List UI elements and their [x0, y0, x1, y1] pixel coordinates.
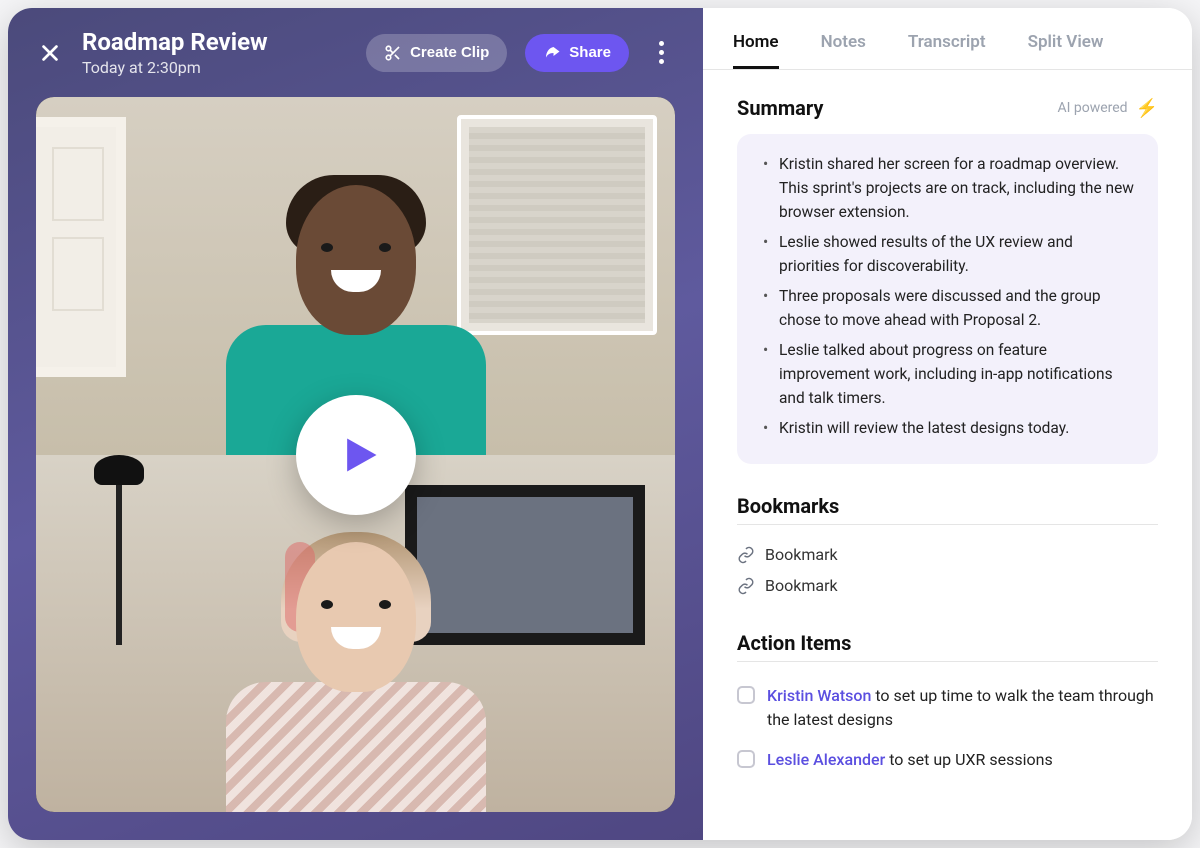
video-grid	[36, 97, 675, 812]
bolt-icon: ⚡	[1136, 98, 1158, 119]
summary-title: Summary	[737, 96, 823, 120]
bookmark-item[interactable]: Bookmark	[737, 570, 1158, 601]
meeting-header: Roadmap Review Today at 2:30pm Create Cl…	[36, 28, 675, 77]
summary-item: Kristin will review the latest designs t…	[763, 416, 1136, 440]
summary-box: Kristin shared her screen for a roadmap …	[737, 134, 1158, 464]
summary-item: Leslie showed results of the UX review a…	[763, 230, 1136, 278]
meeting-time: Today at 2:30pm	[82, 58, 268, 77]
tab-transcript[interactable]: Transcript	[908, 32, 986, 69]
create-clip-label: Create Clip	[410, 44, 489, 61]
action-item: Kristin Watson to set up time to walk th…	[737, 676, 1158, 740]
person-link[interactable]: Leslie Alexander	[767, 750, 885, 769]
scissors-icon	[384, 44, 402, 62]
share-button[interactable]: Share	[525, 34, 629, 72]
action-text: Kristin Watson to set up time to walk th…	[767, 684, 1158, 732]
action-item: Leslie Alexander to set up UXR sessions	[737, 740, 1158, 780]
close-icon[interactable]	[36, 39, 64, 67]
tab-bar: Home Notes Transcript Split View	[703, 8, 1192, 70]
link-icon	[737, 577, 755, 595]
create-clip-button[interactable]: Create Clip	[366, 34, 507, 72]
play-icon	[338, 433, 382, 477]
summary-item: Three proposals were discussed and the g…	[763, 284, 1136, 332]
person-link[interactable]: Kristin Watson	[767, 686, 871, 705]
video-pane: Roadmap Review Today at 2:30pm Create Cl…	[8, 8, 703, 840]
action-items-title: Action Items	[737, 631, 851, 655]
tab-notes[interactable]: Notes	[821, 32, 866, 69]
ai-powered-badge: AI powered ⚡	[1057, 98, 1158, 119]
panel-body: Summary AI powered ⚡ Kristin shared her …	[703, 70, 1192, 840]
bookmarks-section: Bookmarks Bookmark Bookmark	[737, 494, 1158, 601]
app-window: Roadmap Review Today at 2:30pm Create Cl…	[8, 8, 1192, 840]
meeting-title: Roadmap Review	[82, 28, 268, 56]
action-checkbox[interactable]	[737, 686, 755, 704]
summary-item: Kristin shared her screen for a roadmap …	[763, 152, 1136, 224]
tab-home[interactable]: Home	[733, 32, 779, 69]
summary-item: Leslie talked about progress on feature …	[763, 338, 1136, 410]
ai-powered-label: AI powered	[1057, 100, 1127, 116]
details-pane: Home Notes Transcript Split View Summary AI…	[703, 8, 1192, 840]
summary-header: Summary AI powered ⚡	[737, 96, 1158, 120]
link-icon	[737, 546, 755, 564]
bookmark-item[interactable]: Bookmark	[737, 539, 1158, 570]
action-checkbox[interactable]	[737, 750, 755, 768]
action-items-section: Action Items Kristin Watson to set up ti…	[737, 631, 1158, 780]
title-block: Roadmap Review Today at 2:30pm	[82, 28, 268, 77]
share-arrow-icon	[543, 44, 561, 62]
tab-split-view[interactable]: Split View	[1028, 32, 1104, 69]
bookmark-label: Bookmark	[765, 576, 838, 595]
play-button[interactable]	[296, 395, 416, 515]
share-label: Share	[569, 44, 611, 61]
more-menu-icon[interactable]	[647, 35, 675, 70]
bookmark-label: Bookmark	[765, 545, 838, 564]
bookmarks-title: Bookmarks	[737, 494, 839, 518]
action-text: Leslie Alexander to set up UXR sessions	[767, 748, 1053, 772]
